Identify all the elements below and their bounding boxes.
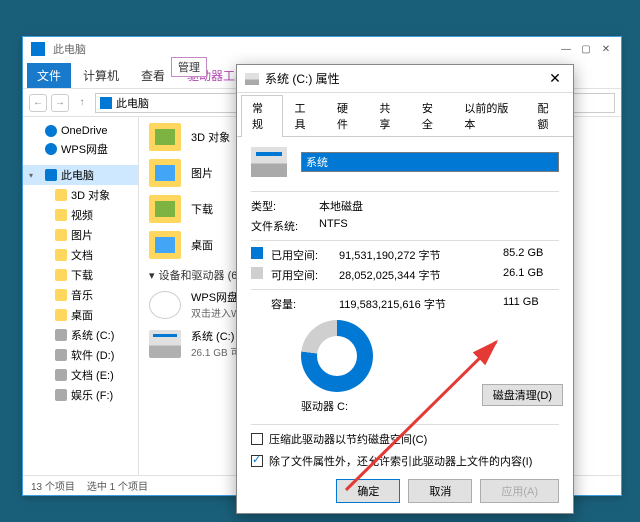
apply-button[interactable]: 应用(A)	[480, 479, 559, 503]
cloud-icon	[45, 125, 57, 137]
drive-icon	[55, 369, 67, 381]
tree-wps[interactable]: WPS网盘	[23, 139, 138, 159]
cap-bytes: 119,583,215,616 字节	[339, 296, 503, 312]
tree-documents[interactable]: 文档	[23, 245, 138, 265]
drive-icon	[55, 329, 67, 341]
drive-icon	[245, 73, 259, 85]
folder-icon	[55, 269, 67, 281]
general-panel: 类型:本地磁盘 文件系统:NTFS 已用空间:91,531,190,272 字节…	[237, 137, 573, 485]
folder-icon	[55, 189, 67, 201]
tree-downloads[interactable]: 下载	[23, 265, 138, 285]
tab-sharing[interactable]: 共享	[368, 95, 410, 136]
tab-strip: 常规 工具 硬件 共享 安全 以前的版本 配额	[237, 93, 573, 137]
index-checkbox-row[interactable]: 除了文件属性外，还允许索引此驱动器上文件的内容(I)	[251, 453, 559, 469]
folder-icon	[55, 229, 67, 241]
nav-up-button[interactable]: ↑	[73, 94, 91, 112]
tree-drive-c[interactable]: 系统 (C:)	[23, 325, 138, 345]
properties-dialog: 系统 (C:) 属性 ✕ 常规 工具 硬件 共享 安全 以前的版本 配额 类型:…	[236, 64, 574, 514]
pc-icon	[31, 42, 45, 56]
free-label: 可用空间:	[271, 267, 339, 283]
used-gb: 85.2 GB	[503, 247, 559, 263]
folder-icon	[149, 123, 181, 151]
pc-icon	[45, 169, 57, 181]
folder-icon	[55, 209, 67, 221]
nav-tree: OneDrive WPS网盘 ▾此电脑 3D 对象 视频 图片 文档 下载 音乐…	[23, 117, 139, 475]
address-text: 此电脑	[116, 95, 149, 111]
fs-value: NTFS	[319, 218, 559, 234]
status-selected: 选中 1 个项目	[87, 478, 148, 493]
free-swatch-icon	[251, 267, 263, 279]
tab-tools[interactable]: 工具	[283, 95, 325, 136]
tree-pictures[interactable]: 图片	[23, 225, 138, 245]
title-path: 此电脑	[53, 41, 86, 57]
ok-button[interactable]: 确定	[336, 479, 400, 503]
cap-gb: 111 GB	[503, 296, 559, 312]
dialog-title: 系统 (C:) 属性	[265, 70, 340, 87]
minimize-button[interactable]: —	[559, 42, 573, 56]
free-bytes: 28,052,025,344 字节	[339, 267, 503, 283]
ribbon-file[interactable]: 文件	[27, 63, 71, 88]
tree-drive-d[interactable]: 软件 (D:)	[23, 345, 138, 365]
tree-onedrive[interactable]: OneDrive	[23, 123, 138, 139]
drive-icon	[55, 349, 67, 361]
tree-music[interactable]: 音乐	[23, 285, 138, 305]
compress-checkbox-row[interactable]: 压缩此驱动器以节约磁盘空间(C)	[251, 431, 559, 447]
drive-name-input[interactable]	[301, 152, 559, 172]
checkbox-icon	[251, 455, 263, 467]
index-label: 除了文件属性外，还允许索引此驱动器上文件的内容(I)	[269, 453, 532, 469]
close-button[interactable]: ✕	[545, 69, 565, 89]
tab-quota[interactable]: 配额	[527, 95, 569, 136]
drive-icon	[55, 389, 67, 401]
ribbon-view[interactable]: 查看	[131, 63, 175, 88]
used-label: 已用空间:	[271, 247, 339, 263]
tree-3d-objects[interactable]: 3D 对象	[23, 185, 138, 205]
tree-desktop[interactable]: 桌面	[23, 305, 138, 325]
drive-icon	[251, 147, 287, 177]
folder-icon	[149, 195, 181, 223]
tab-previous-versions[interactable]: 以前的版本	[453, 95, 526, 136]
cancel-button[interactable]: 取消	[408, 479, 472, 503]
nav-forward-button[interactable]: →	[51, 94, 69, 112]
compress-label: 压缩此驱动器以节约磁盘空间(C)	[269, 431, 427, 447]
explorer-titlebar: 此电脑 — ▢ ✕	[23, 37, 621, 61]
folder-icon	[149, 231, 181, 259]
status-count: 13 个项目	[31, 478, 75, 493]
cloud-icon	[45, 143, 57, 155]
folder-icon	[55, 289, 67, 301]
dialog-titlebar: 系统 (C:) 属性 ✕	[237, 65, 573, 93]
tree-drive-f[interactable]: 娱乐 (F:)	[23, 385, 138, 405]
used-swatch-icon	[251, 247, 263, 259]
ribbon-manage-box[interactable]: 管理	[171, 57, 207, 77]
tab-hardware[interactable]: 硬件	[326, 95, 368, 136]
cloud-icon	[149, 291, 181, 319]
fs-label: 文件系统:	[251, 218, 319, 234]
used-bytes: 91,531,190,272 字节	[339, 247, 503, 263]
pc-icon	[100, 97, 112, 109]
checkbox-icon	[251, 433, 263, 445]
free-gb: 26.1 GB	[503, 267, 559, 283]
ribbon-computer[interactable]: 计算机	[73, 63, 129, 88]
tree-this-pc[interactable]: ▾此电脑	[23, 165, 138, 185]
drive-letter-label: 驱动器 C:	[301, 398, 348, 414]
folder-icon	[55, 249, 67, 261]
close-button[interactable]: ✕	[599, 42, 613, 56]
type-label: 类型:	[251, 198, 319, 214]
tab-general[interactable]: 常规	[241, 95, 283, 137]
drive-icon	[149, 330, 181, 358]
tree-videos[interactable]: 视频	[23, 205, 138, 225]
cap-label: 容量:	[271, 296, 339, 312]
tree-drive-e[interactable]: 文档 (E:)	[23, 365, 138, 385]
folder-icon	[149, 159, 181, 187]
folder-icon	[55, 309, 67, 321]
tab-security[interactable]: 安全	[411, 95, 453, 136]
usage-donut-chart	[301, 320, 373, 392]
type-value: 本地磁盘	[319, 198, 559, 214]
nav-back-button[interactable]: ←	[29, 94, 47, 112]
maximize-button[interactable]: ▢	[579, 42, 593, 56]
disk-cleanup-button[interactable]: 磁盘清理(D)	[482, 384, 563, 406]
